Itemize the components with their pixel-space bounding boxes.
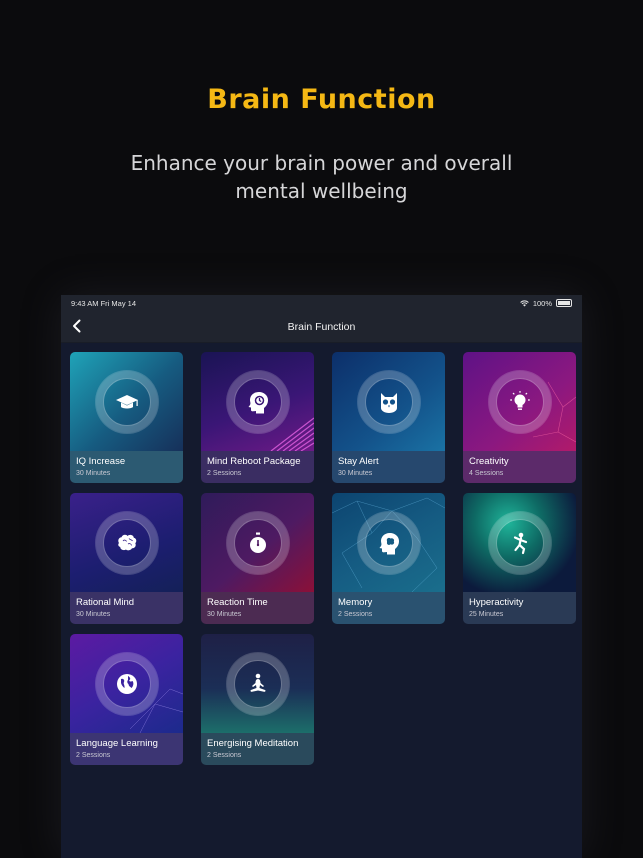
battery-icon (556, 299, 572, 307)
program-card-language-learning[interactable]: Language Learning 2 Sessions (70, 634, 183, 765)
card-label: Creativity 4 Sessions (463, 451, 576, 483)
lightbulb-icon (496, 378, 544, 426)
chevron-left-icon[interactable] (67, 316, 87, 336)
card-duration: 30 Minutes (338, 470, 373, 477)
program-card-reaction-time[interactable]: Reaction Time 30 Minutes (201, 493, 314, 624)
status-bar: 9:43 AM Fri May 14 100% (61, 295, 582, 311)
card-title: IQ Increase (76, 456, 126, 467)
card-title: Creativity (469, 456, 509, 467)
card-duration: 30 Minutes (76, 611, 111, 618)
program-card-creativity[interactable]: Creativity 4 Sessions (463, 352, 576, 483)
card-label: Rational Mind 30 Minutes (70, 592, 183, 624)
card-title: Stay Alert (338, 456, 379, 467)
card-title: Rational Mind (76, 597, 135, 608)
program-grid: IQ Increase 30 Minutes Mind Reboot Packa… (70, 352, 576, 765)
head-reboot-icon (234, 378, 282, 426)
program-card-iq-increase[interactable]: IQ Increase 30 Minutes (70, 352, 183, 483)
nav-bar: Brain Function (61, 311, 582, 343)
program-card-memory[interactable]: Memory 2 Sessions (332, 493, 445, 624)
card-label: Mind Reboot Package 2 Sessions (201, 451, 314, 483)
globe-icon (103, 660, 151, 708)
nav-title: Brain Function (287, 320, 356, 333)
card-title: Mind Reboot Package (207, 456, 301, 467)
program-card-energising-meditation[interactable]: Energising Meditation 2 Sessions (201, 634, 314, 765)
card-duration: 4 Sessions (469, 470, 504, 477)
program-card-hyperactivity[interactable]: Hyperactivity 25 Minutes (463, 493, 576, 624)
battery-percent: 100% (532, 298, 552, 308)
card-duration: 2 Sessions (207, 470, 242, 477)
card-label: Hyperactivity 25 Minutes (463, 592, 576, 624)
owl-icon (365, 378, 413, 426)
card-duration: 2 Sessions (76, 752, 111, 759)
status-indicators: 100% (520, 299, 572, 308)
program-card-rational-mind[interactable]: Rational Mind 30 Minutes (70, 493, 183, 624)
hero-title: Brain Function (207, 84, 436, 115)
device-screen: 9:43 AM Fri May 14 100% Brain Function I… (61, 295, 582, 858)
card-duration: 30 Minutes (76, 470, 111, 477)
card-title: Memory (338, 597, 373, 608)
status-time: 9:43 AM Fri May 14 (71, 298, 137, 308)
card-label: Memory 2 Sessions (332, 592, 445, 624)
meditation-icon (234, 660, 282, 708)
graduation-cap-icon (103, 378, 151, 426)
card-title: Language Learning (76, 738, 158, 749)
dancing-figure-icon (496, 519, 544, 567)
card-title: Reaction Time (207, 597, 268, 608)
card-title: Energising Meditation (207, 738, 299, 749)
card-duration: 2 Sessions (338, 611, 373, 618)
card-duration: 25 Minutes (469, 611, 504, 618)
stopwatch-icon (234, 519, 282, 567)
wifi-icon (520, 300, 529, 306)
program-card-mind-reboot-package[interactable]: Mind Reboot Package 2 Sessions (201, 352, 314, 483)
card-duration: 2 Sessions (207, 752, 242, 759)
card-label: Language Learning 2 Sessions (70, 733, 183, 765)
card-title: Hyperactivity (469, 597, 524, 608)
hero-subtitle: Enhance your brain power and overall men… (130, 151, 513, 203)
head-brain-icon (365, 519, 413, 567)
card-label: Reaction Time 30 Minutes (201, 592, 314, 624)
brain-icon (103, 519, 151, 567)
program-card-stay-alert[interactable]: Stay Alert 30 Minutes (332, 352, 445, 483)
card-label: Stay Alert 30 Minutes (332, 451, 445, 483)
card-duration: 30 Minutes (207, 611, 242, 618)
card-label: Energising Meditation 2 Sessions (201, 733, 314, 765)
card-label: IQ Increase 30 Minutes (70, 451, 183, 483)
